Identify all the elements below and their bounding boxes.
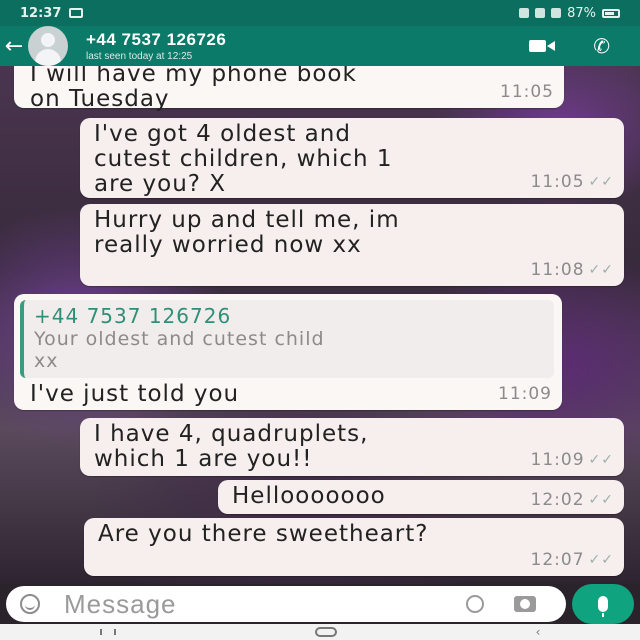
mic-button[interactable] <box>572 584 634 624</box>
video-call-icon[interactable] <box>529 38 556 54</box>
message-meta: 12:02 ✓✓ <box>531 490 614 510</box>
battery-icon <box>602 8 620 18</box>
read-tick-icon: ✓✓ <box>588 552 614 568</box>
message-meta: 11:09 ✓✓ <box>531 450 614 470</box>
signal-icon <box>551 8 562 18</box>
message-bubble[interactable]: Hurry up and tell me, im really worried … <box>80 204 624 286</box>
message-input[interactable]: Message <box>6 586 566 622</box>
message-text: I've just told you <box>30 381 240 407</box>
quoted-sender: +44 7537 126726 <box>34 304 232 328</box>
emoji-icon[interactable] <box>20 594 40 614</box>
home-icon[interactable] <box>314 627 337 637</box>
message-text: Hurry up and tell me, im really worried … <box>94 207 400 258</box>
message-time: 11:09 <box>498 384 552 404</box>
header-actions: ✆ <box>529 34 640 58</box>
read-tick-icon: ✓✓ <box>588 262 614 278</box>
message-meta: 12:07 ✓✓ <box>531 550 614 570</box>
message-bubble[interactable]: I will have my phone book on Tuesday 11:… <box>14 66 564 112</box>
avatar[interactable] <box>28 26 68 66</box>
message-time: 12:07 <box>530 550 585 570</box>
contact-name: +44 7537 126726 <box>86 30 227 49</box>
quoted-text: Your oldest and cutest child xx <box>34 328 325 372</box>
contact-info[interactable]: +44 7537 126726 last seen today at 12:25 <box>86 30 226 62</box>
message-bubble[interactable]: I have 4, quadruplets, which 1 are you!!… <box>80 418 624 476</box>
system-nav-bar: ‹ <box>0 624 640 640</box>
camera-icon[interactable] <box>514 596 536 612</box>
paperclip-icon[interactable] <box>462 591 488 617</box>
chat-header: ← +44 7537 126726 last seen today at 12:… <box>0 26 640 66</box>
message-meta: 11:05 <box>500 82 554 102</box>
back-nav-icon[interactable]: ‹ <box>536 625 541 639</box>
quoted-message[interactable]: +44 7537 126726 Your oldest and cutest c… <box>20 300 554 378</box>
message-time: 12:02 <box>530 490 585 510</box>
message-placeholder: Message <box>64 588 177 619</box>
message-time: 11:05 <box>500 82 554 102</box>
last-seen: last seen today at 12:25 <box>86 51 193 62</box>
wifi-icon <box>535 8 546 18</box>
battery-percent: 87% <box>567 5 596 21</box>
recents-icon[interactable] <box>99 629 116 635</box>
status-time: 12:37 <box>20 5 62 21</box>
message-meta: 11:09 <box>498 384 552 404</box>
message-time: 11:08 <box>530 260 585 280</box>
phone-icon[interactable]: ✆ <box>593 34 610 58</box>
message-meta: 11:05 ✓✓ <box>531 172 614 192</box>
message-time: 11:05 <box>530 172 585 192</box>
status-bar: 12:37 87% <box>0 0 640 26</box>
message-meta: 11:08 ✓✓ <box>531 260 614 280</box>
message-time: 11:09 <box>530 450 585 470</box>
read-tick-icon: ✓✓ <box>588 174 614 190</box>
read-tick-icon: ✓✓ <box>588 492 614 508</box>
microphone-icon <box>598 596 608 617</box>
message-bubble[interactable]: +44 7537 126726 Your oldest and cutest c… <box>14 294 562 410</box>
chat-area[interactable]: I will have my phone book on Tuesday 11:… <box>0 66 640 584</box>
arrow-left-icon[interactable]: ← <box>0 26 28 66</box>
message-bubble[interactable]: I've got 4 oldest and cutest children, w… <box>80 118 624 198</box>
message-text: Are you there sweetheart? <box>98 521 429 547</box>
status-icons: 87% <box>519 6 620 21</box>
read-tick-icon: ✓✓ <box>588 452 614 468</box>
notification-icon <box>69 8 84 18</box>
message-bubble[interactable]: Are you there sweetheart? 12:07 ✓✓ <box>84 518 624 576</box>
composer: Message <box>0 584 640 624</box>
message-text: I will have my phone book on Tuesday <box>30 66 357 112</box>
alarm-icon <box>519 8 530 18</box>
message-bubble[interactable]: Hellooooooo 12:02 ✓✓ <box>218 480 624 514</box>
